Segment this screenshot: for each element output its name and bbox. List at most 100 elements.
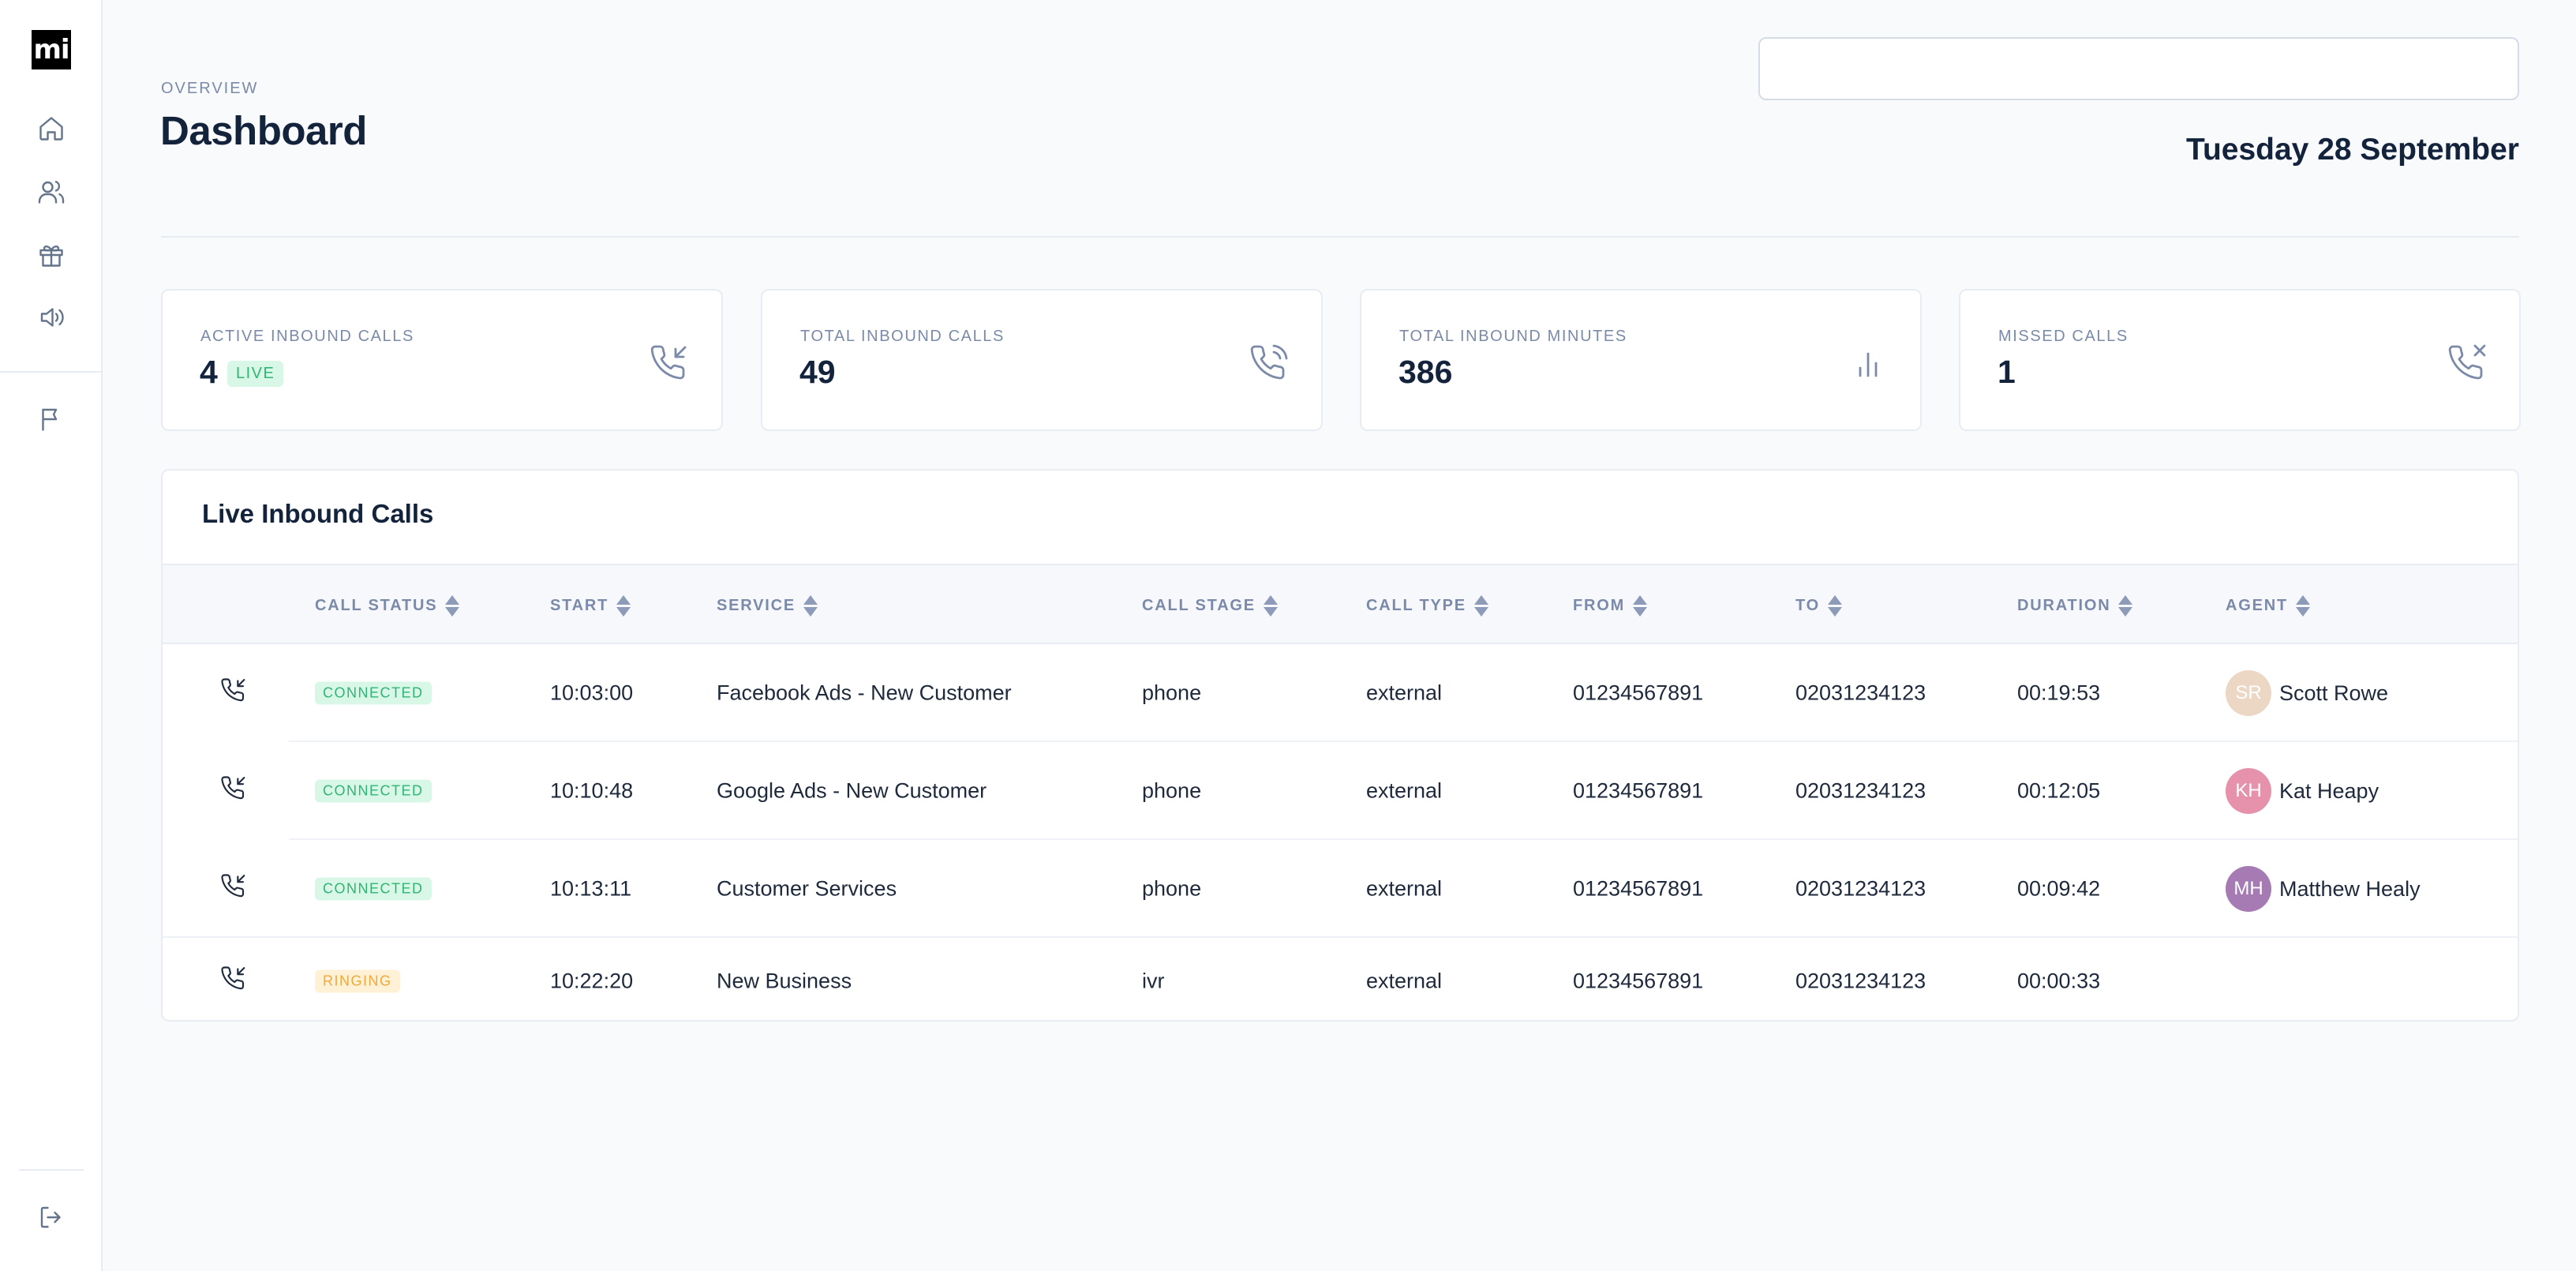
speaker-icon <box>37 303 66 336</box>
flag-icon <box>37 405 66 437</box>
agent-name: Matthew Healy <box>2279 876 2421 901</box>
stat-value: 4 <box>200 354 218 390</box>
phone-incoming-icon <box>221 776 246 807</box>
column-header-call-status[interactable]: CALL STATUS <box>315 595 460 617</box>
stat-label: TOTAL INBOUND CALLS <box>800 328 1005 345</box>
stat-card-active-inbound-calls: ACTIVE INBOUND CALLS 4 LIVE <box>161 289 723 431</box>
column-header-call-stage[interactable]: CALL STAGE <box>1142 595 1278 617</box>
call-type: external <box>1366 778 1443 803</box>
sort-icon <box>616 595 631 617</box>
status-badge: CONNECTED <box>315 779 432 803</box>
avatar: SR <box>2226 670 2271 716</box>
call-type: external <box>1366 876 1443 901</box>
stat-label: MISSED CALLS <box>1998 328 2129 345</box>
panel-title: Live Inbound Calls <box>202 499 434 528</box>
stat-value: 386 <box>1398 354 1453 390</box>
phone-incoming-icon <box>221 874 246 905</box>
live-inbound-calls-panel: Live Inbound Calls CALL STATUS START SER… <box>161 469 2519 1022</box>
sort-icon <box>1473 595 1488 617</box>
call-agent: SR Scott Rowe <box>2226 670 2388 716</box>
stat-card-total-inbound-calls: TOTAL INBOUND CALLS 49 <box>761 289 1323 431</box>
sort-icon <box>1263 595 1278 617</box>
call-duration: 00:09:42 <box>2017 876 2101 901</box>
stat-card-total-inbound-minutes: TOTAL INBOUND MINUTES 386 <box>1360 289 1922 431</box>
table-row[interactable]: CONNECTED 10:03:00 Facebook Ads - New Cu… <box>163 644 2518 742</box>
call-start: 10:10:48 <box>550 778 634 803</box>
stat-label: TOTAL INBOUND MINUTES <box>1399 328 1627 345</box>
table-row[interactable]: RINGING 10:22:20 New Business ivr extern… <box>163 938 2518 1020</box>
call-stage: phone <box>1142 778 1202 803</box>
search-input[interactable] <box>1758 37 2519 100</box>
bar-chart-icon <box>1849 344 1887 382</box>
column-header-agent[interactable]: AGENT <box>2226 595 2310 617</box>
call-to: 02031234123 <box>1795 778 1926 803</box>
status-badge: CONNECTED <box>315 877 432 901</box>
phone-incoming-icon <box>650 344 688 382</box>
call-type: external <box>1366 969 1443 993</box>
phone-incoming-icon <box>221 966 246 997</box>
sidebar-item-reports[interactable] <box>32 402 70 440</box>
sidebar-item-users[interactable] <box>32 174 70 212</box>
home-icon <box>37 114 66 147</box>
call-from: 01234567891 <box>1573 778 1704 803</box>
page-overline: OVERVIEW <box>161 80 259 97</box>
page-title: Dashboard <box>160 108 367 153</box>
header-divider <box>161 236 2519 238</box>
avatar: KH <box>2226 768 2271 814</box>
column-header-duration[interactable]: DURATION <box>2017 595 2133 617</box>
call-duration: 00:12:05 <box>2017 778 2101 803</box>
call-service: Customer Services <box>717 876 897 901</box>
call-agent: KH Kat Heapy <box>2226 768 2379 814</box>
sidebar-divider <box>0 371 103 373</box>
agent-name: Kat Heapy <box>2279 778 2379 803</box>
call-stage: ivr <box>1142 969 1165 993</box>
phone-incoming-icon <box>221 678 246 709</box>
call-type: external <box>1366 680 1443 705</box>
column-header-from[interactable]: FROM <box>1573 595 1648 617</box>
call-stage: phone <box>1142 680 1202 705</box>
call-from: 01234567891 <box>1573 680 1704 705</box>
agent-name: Scott Rowe <box>2279 680 2389 705</box>
call-stage: phone <box>1142 876 1202 901</box>
sidebar-item-gift[interactable] <box>32 238 70 276</box>
table-row[interactable]: CONNECTED 10:10:48 Google Ads - New Cust… <box>163 742 2518 840</box>
call-duration: 00:19:53 <box>2017 680 2101 705</box>
stat-label: ACTIVE INBOUND CALLS <box>200 328 414 345</box>
sidebar-item-home[interactable] <box>32 111 70 149</box>
column-header-to[interactable]: TO <box>1795 595 1843 617</box>
stat-card-missed-calls: MISSED CALLS 1 <box>1959 289 2521 431</box>
sort-icon <box>445 595 460 617</box>
logout-icon <box>37 1203 66 1235</box>
call-service: Google Ads - New Customer <box>717 778 987 803</box>
call-start: 10:13:11 <box>550 876 632 901</box>
call-agent: MH Matthew Healy <box>2226 866 2421 912</box>
sidebar-divider <box>19 1169 84 1171</box>
status-badge: CONNECTED <box>315 681 432 705</box>
status-badge: RINGING <box>315 969 400 993</box>
avatar: MH <box>2226 866 2271 912</box>
users-icon <box>37 178 66 210</box>
live-badge: LIVE <box>227 361 284 387</box>
table-row[interactable]: CONNECTED 10:13:11 Customer Services pho… <box>163 840 2518 938</box>
phone-call-icon <box>1250 344 1288 382</box>
table-header: CALL STATUS START SERVICE CALL STAGE CAL… <box>163 564 2518 644</box>
call-to: 02031234123 <box>1795 876 1926 901</box>
column-header-start[interactable]: START <box>550 595 631 617</box>
stat-value: 49 <box>799 354 836 390</box>
sidebar-item-announcements[interactable] <box>32 300 70 338</box>
stat-value: 1 <box>1998 354 2016 390</box>
sidebar: mi <box>0 0 103 1271</box>
sort-icon <box>2118 595 2133 617</box>
call-from: 01234567891 <box>1573 876 1704 901</box>
brand-logo[interactable]: mi <box>32 30 71 69</box>
call-to: 02031234123 <box>1795 680 1926 705</box>
logout-button[interactable] <box>32 1200 70 1238</box>
sort-icon <box>1633 595 1648 617</box>
call-start: 10:03:00 <box>550 680 634 705</box>
call-start: 10:22:20 <box>550 969 634 993</box>
sort-icon <box>1828 595 1843 617</box>
phone-missed-icon <box>2448 344 2486 382</box>
call-service: New Business <box>717 969 852 993</box>
column-header-service[interactable]: SERVICE <box>717 595 818 617</box>
column-header-call-type[interactable]: CALL TYPE <box>1366 595 1488 617</box>
